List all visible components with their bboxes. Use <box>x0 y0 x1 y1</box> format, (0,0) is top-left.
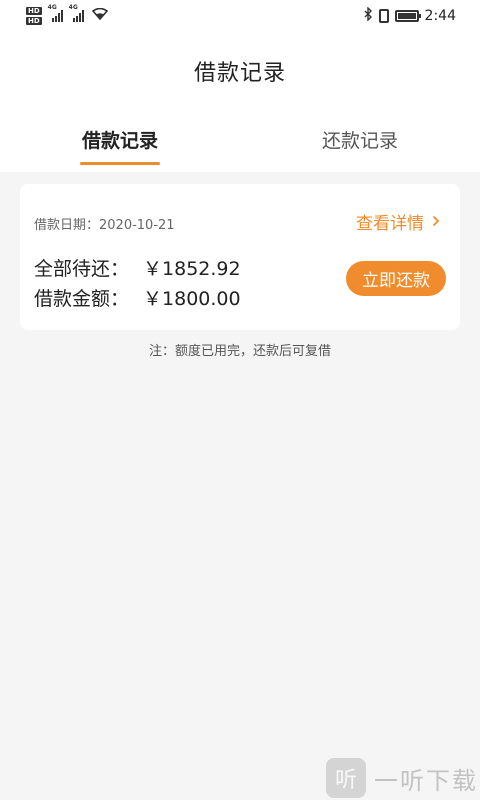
repay-now-button[interactable]: 立即还款 <box>346 261 446 296</box>
tab-repayment-records[interactable]: 还款记录 <box>240 110 480 172</box>
watermark-logo-icon: 听 <box>326 758 366 798</box>
network-type-label: 4G <box>47 4 57 11</box>
loan-amount-row: 借款金额： ￥1800.00 <box>34 284 241 311</box>
hd-badge: HD <box>26 17 42 25</box>
wifi-icon <box>91 7 108 24</box>
loan-amount-label: 借款金额： <box>34 288 130 310</box>
tab-loan-records[interactable]: 借款记录 <box>0 110 240 172</box>
tab-label: 还款记录 <box>321 130 398 152</box>
watermark-text: 一听下载 <box>374 766 478 795</box>
tab-bar: 借款记录 还款记录 <box>0 110 480 172</box>
watermark: 听 一听下载 <box>326 758 478 798</box>
network-type-label: 4G <box>68 4 78 11</box>
clock: 2:44 <box>424 8 456 24</box>
tab-indicator <box>320 162 400 165</box>
signal-icon: 4G <box>48 4 63 22</box>
total-due-value: ￥1852.92 <box>143 258 241 280</box>
total-due-label: 全部待还： <box>34 258 130 280</box>
total-due-row: 全部待还： ￥1852.92 <box>34 254 241 281</box>
page-header: 借款记录 <box>0 32 480 110</box>
hd-badge: HD <box>26 7 42 15</box>
battery-icon <box>394 10 421 22</box>
loan-amount-value: ￥1800.00 <box>143 288 241 310</box>
signal-icon: 4G <box>69 4 84 22</box>
loan-record-card: 借款日期：2020-10-21 查看详情 全部待还： ￥1852.92 借款金额… <box>20 184 460 330</box>
vibrate-icon <box>378 9 389 23</box>
status-right: 2:44 <box>363 6 456 25</box>
active-tab-indicator <box>80 162 160 165</box>
tab-label: 借款记录 <box>81 130 158 152</box>
page-title: 借款记录 <box>193 61 286 86</box>
hd-badges: HD HD <box>26 7 42 25</box>
status-left: HD HD 4G 4G <box>26 4 108 25</box>
view-details-link[interactable]: 查看详情 <box>356 209 440 234</box>
credit-note: 注：额度已用完，还款后可复借 <box>148 344 331 359</box>
view-details-label: 查看详情 <box>356 214 424 234</box>
chevron-right-icon <box>432 212 440 232</box>
status-bar: HD HD 4G 4G 2:44 <box>0 0 480 32</box>
loan-date: 借款日期：2020-10-21 <box>34 218 175 233</box>
bluetooth-icon <box>363 6 373 25</box>
